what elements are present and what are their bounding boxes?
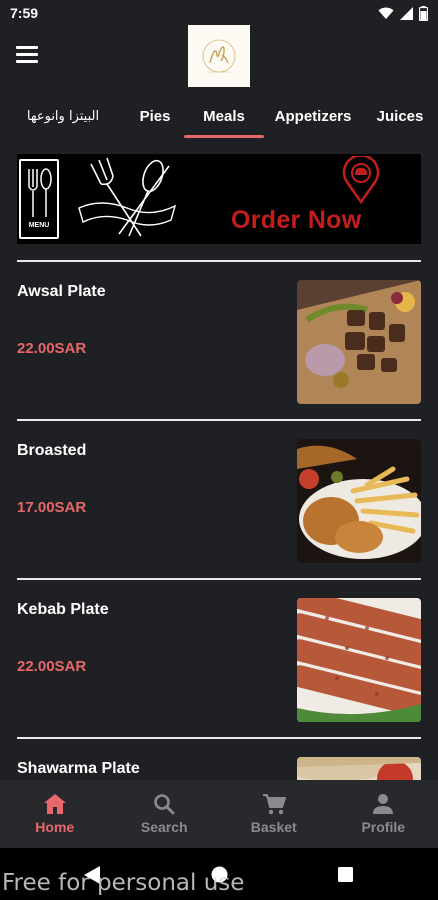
item-name: Shawarma Plate: [17, 760, 140, 777]
item-price: 22.00SAR: [17, 658, 87, 675]
item-name: Awsal Plate: [17, 283, 106, 300]
search-icon: [154, 794, 175, 815]
menu-item-kebab-plate[interactable]: Kebab Plate 22.00SAR: [17, 598, 421, 728]
item-name: Broasted: [17, 442, 87, 459]
banner-menu-label: MENU: [28, 222, 50, 229]
recents-icon[interactable]: [338, 867, 353, 882]
nav-basket-label: Basket: [250, 819, 297, 835]
chef-location-icon: [342, 156, 380, 204]
divider: [17, 578, 421, 580]
bottom-nav: Home Search Basket Profile: [0, 780, 438, 848]
menu-list[interactable]: MENU Order Now Awsal Plate 22.00SAR Broa…: [0, 138, 438, 780]
system-nav-bar: [0, 848, 438, 900]
divider: [17, 260, 421, 262]
menu-item-broasted[interactable]: Broasted 17.00SAR: [17, 439, 421, 569]
tab-appetizers[interactable]: Appetizers: [264, 94, 362, 138]
order-now-text: Order Now: [231, 206, 362, 234]
order-now-banner[interactable]: MENU Order Now: [17, 154, 421, 244]
nav-search-label: Search: [140, 819, 188, 835]
cutlery-icon: [78, 157, 177, 237]
home-icon: [43, 794, 66, 814]
tab-pies[interactable]: Pies: [126, 94, 184, 138]
menu-item-shawarma-plate[interactable]: Shawarma Plate: [17, 757, 421, 780]
tab-juices[interactable]: Juices: [362, 94, 438, 138]
menu-item-awsal-plate[interactable]: Awsal Plate 22.00SAR: [17, 280, 421, 410]
divider: [17, 737, 421, 739]
item-image: [297, 439, 421, 563]
menu-booklet-icon: MENU: [19, 159, 59, 239]
item-image: [297, 598, 421, 722]
nav-home[interactable]: Home: [0, 780, 110, 848]
item-price: 17.00SAR: [17, 499, 87, 516]
item-name: Kebab Plate: [17, 601, 109, 618]
battery-icon: [419, 5, 428, 21]
home-button-icon[interactable]: [211, 866, 228, 883]
status-time: 7:59: [10, 5, 39, 21]
cart-icon: [262, 794, 286, 815]
nav-profile[interactable]: Profile: [329, 780, 438, 848]
tab-meals[interactable]: Meals: [184, 94, 264, 138]
wifi-icon: [378, 7, 394, 19]
hamburger-menu-icon[interactable]: [16, 46, 38, 64]
back-icon[interactable]: [84, 866, 100, 884]
signal-icon: [400, 6, 413, 20]
item-image: [297, 280, 421, 404]
item-image: [297, 757, 421, 780]
category-tabs: البيتزا وانوعها Pies Meals Appetizers Ju…: [0, 94, 438, 138]
divider: [17, 419, 421, 421]
top-bar: [0, 25, 438, 90]
tab-pizza[interactable]: البيتزا وانوعها: [0, 94, 126, 138]
status-icons: [378, 5, 428, 21]
status-bar: 7:59: [0, 0, 438, 26]
nav-basket[interactable]: Basket: [219, 780, 329, 848]
nav-search[interactable]: Search: [110, 780, 220, 848]
item-price: 22.00SAR: [17, 340, 87, 357]
nav-profile-label: Profile: [361, 819, 406, 835]
nav-home-label: Home: [35, 819, 75, 835]
person-icon: [373, 794, 394, 814]
restaurant-logo: [188, 25, 250, 87]
